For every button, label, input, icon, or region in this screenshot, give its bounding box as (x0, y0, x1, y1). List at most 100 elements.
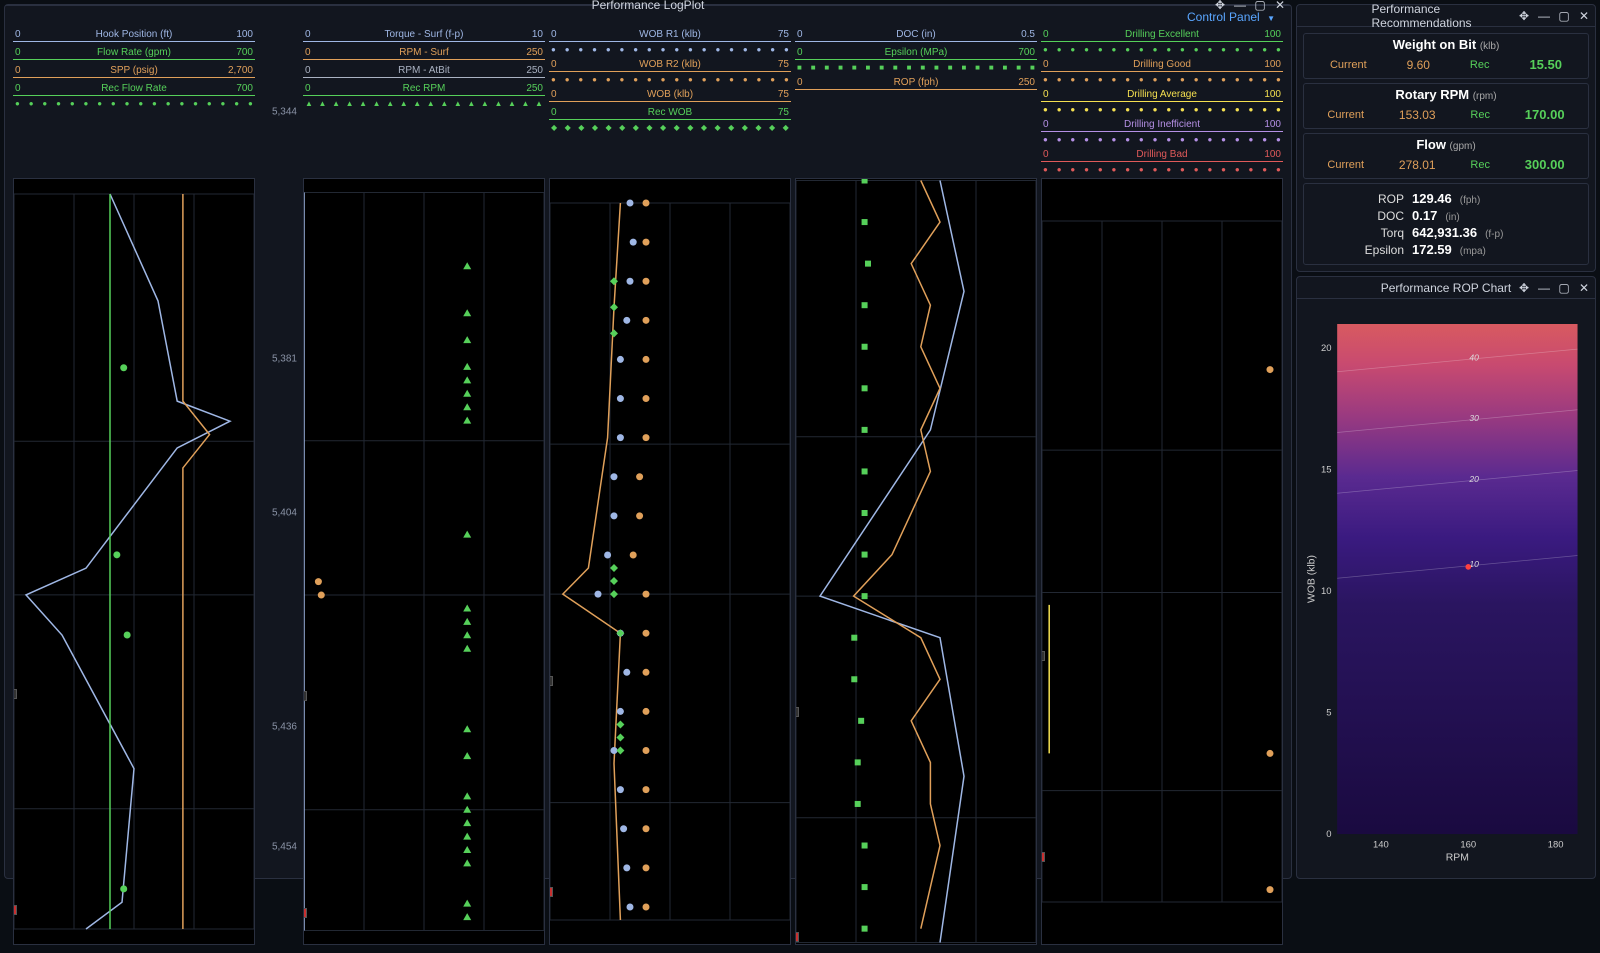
header-markers: ●●●●●●●●●●●●●●●●●● (549, 76, 791, 84)
rop-body: 1020304005101520140160180RPMWOB (klb) (1297, 299, 1595, 878)
svg-text:180: 180 (1548, 839, 1564, 850)
svg-text:RPM: RPM (1446, 853, 1469, 864)
tracks-container: 0Hook Position (ft)1000Flow Rate (gpm)70… (5, 28, 1291, 953)
rec-value: 15.50 (1529, 57, 1562, 72)
track-3: 0WOB R1 (klb)75●●●●●●●●●●●●●●●●●●0WOB R2… (549, 28, 791, 945)
svg-text:5: 5 (1326, 707, 1331, 718)
rec-label: Rec (1470, 159, 1490, 171)
current-label: Current (1330, 59, 1367, 71)
current-label: Current (1327, 109, 1364, 121)
stats-row: DOC0.17(in) (1314, 207, 1578, 224)
depth-marker[interactable] (303, 908, 307, 918)
current-value: 278.01 (1399, 158, 1436, 172)
recs-titlebar: Performance Recommendations ✥ — ▢ ✕ (1297, 5, 1595, 27)
track-2: 0Torque - Surf (f-p)100RPM - Surf2500RPM… (303, 28, 545, 945)
move-icon[interactable]: ✥ (1213, 0, 1227, 12)
track-header: 0Drilling Good100 (1041, 58, 1283, 72)
depth-tick-label: 5,454 (272, 842, 297, 853)
svg-text:160: 160 (1460, 839, 1476, 850)
move-icon[interactable]: ✥ (1517, 9, 1531, 23)
header-markers: ●●●●●●●●●●●●●●●●●● (1041, 106, 1283, 114)
depth-marker[interactable] (13, 905, 17, 915)
minimize-icon[interactable]: — (1537, 281, 1551, 295)
header-markers: ●●●●●●●●●●●●●●●●●● (1041, 136, 1283, 144)
chevron-down-icon: ▼ (1267, 14, 1275, 23)
minimize-icon[interactable]: — (1233, 0, 1247, 12)
track-body[interactable] (549, 178, 791, 945)
header-markers: ●●●●●●●●●●●●●●●●●● (13, 100, 255, 108)
header-markers: ●●●●●●●●●●●●●●●●●● (1041, 76, 1283, 84)
track-header: 0Drilling Average100 (1041, 88, 1283, 102)
header-markers: ●●●●●●●●●●●●●●●●●● (1041, 166, 1283, 174)
minimize-icon[interactable]: — (1537, 9, 1551, 23)
rec-value: 300.00 (1525, 157, 1565, 172)
track-header: 0Drilling Excellent100 (1041, 28, 1283, 42)
control-panel-label: Control Panel (1187, 10, 1260, 24)
logplot-titlebar: Performance LogPlot ✥ — ▢ ✕ (5, 5, 1291, 6)
track-header: 0Epsilon (MPa)700 (795, 46, 1037, 60)
close-icon[interactable]: ✕ (1577, 9, 1591, 23)
logplot-title: Performance LogPlot (592, 0, 705, 12)
stats-row: Epsilon172.59(mpa) (1314, 241, 1578, 258)
recommendations-panel: Performance Recommendations ✥ — ▢ ✕ Weig… (1296, 4, 1596, 272)
svg-text:140: 140 (1373, 839, 1389, 850)
rec-value: 170.00 (1525, 107, 1565, 122)
depth-axis: 5,3445,3815,4045,4365,454 (259, 28, 299, 945)
track-body[interactable] (795, 178, 1037, 945)
depth-marker[interactable] (303, 691, 307, 701)
svg-text:15: 15 (1321, 465, 1332, 476)
track-header: 0ROP (fph)250 (795, 76, 1037, 90)
rec-label: Rec (1470, 59, 1490, 71)
svg-text:40: 40 (1469, 352, 1479, 362)
depth-marker[interactable] (1041, 852, 1045, 862)
close-icon[interactable]: ✕ (1577, 281, 1591, 295)
track-header: 0WOB (klb)75 (549, 88, 791, 102)
rec-group-title: Flow (gpm) (1304, 134, 1588, 155)
maximize-icon[interactable]: ▢ (1557, 9, 1571, 23)
track-body[interactable] (303, 178, 545, 945)
rec-group-title: Weight on Bit (klb) (1304, 34, 1588, 55)
track-header: 0Hook Position (ft)100 (13, 28, 255, 42)
track-header: 0RPM - Surf250 (303, 46, 545, 60)
depth-marker[interactable] (795, 932, 799, 942)
depth-tick-label: 5,344 (272, 107, 297, 118)
depth-marker[interactable] (549, 676, 553, 686)
move-icon[interactable]: ✥ (1517, 281, 1531, 295)
header-markers: ◆◆◆◆◆◆◆◆◆◆◆◆◆◆◆◆◆◆ (549, 124, 791, 132)
svg-text:20: 20 (1321, 343, 1332, 354)
track-header: 0Drilling Inefficient100 (1041, 118, 1283, 132)
depth-marker[interactable] (549, 887, 553, 897)
close-icon[interactable]: ✕ (1273, 0, 1287, 12)
svg-text:20: 20 (1468, 474, 1479, 484)
track-header: 0Rec WOB75 (549, 106, 791, 120)
svg-text:10: 10 (1321, 586, 1332, 597)
track-header: 0Rec Flow Rate700 (13, 82, 255, 96)
maximize-icon[interactable]: ▢ (1253, 0, 1267, 12)
rec-group-title: Rotary RPM (rpm) (1304, 84, 1588, 105)
track-header: 0Rec RPM250 (303, 82, 545, 96)
track-1: 0Hook Position (ft)1000Flow Rate (gpm)70… (13, 28, 255, 945)
track-header: 0WOB R2 (klb)75 (549, 58, 791, 72)
svg-text:0: 0 (1326, 829, 1331, 840)
rec-group: Flow (gpm)Current278.01Rec300.00 (1303, 133, 1589, 179)
header-markers: ■■■■■■■■■■■■■■■■■■ (795, 64, 1037, 72)
depth-marker[interactable] (13, 689, 17, 699)
depth-marker[interactable] (1041, 651, 1045, 661)
track-header: 0DOC (in)0.5 (795, 28, 1037, 42)
stats-row: Torq642,931.36(f-p) (1314, 224, 1578, 241)
track-header: 0SPP (psig)2,700 (13, 64, 255, 78)
stats-block: ROP129.46(fph)DOC0.17(in)Torq642,931.36(… (1303, 183, 1589, 265)
depth-tick-label: 5,436 (272, 721, 297, 732)
svg-text:WOB (klb): WOB (klb) (1306, 555, 1317, 603)
maximize-icon[interactable]: ▢ (1557, 281, 1571, 295)
track-body[interactable] (13, 178, 255, 945)
rop-chart-panel: Performance ROP Chart ✥ — ▢ ✕ 1020304005… (1296, 276, 1596, 879)
svg-text:30: 30 (1469, 413, 1479, 423)
track-body[interactable] (1041, 178, 1283, 945)
track-4: 0DOC (in)0.5 0Epsilon (MPa)700 ■■■■■■■■■■■… (795, 28, 1037, 945)
header-markers: ●●●●●●●●●●●●●●●●●● (1041, 46, 1283, 54)
depth-marker[interactable] (795, 707, 799, 717)
recs-title: Performance Recommendations (1372, 2, 1521, 30)
rec-label: Rec (1470, 109, 1490, 121)
depth-tick-label: 5,381 (272, 354, 297, 365)
